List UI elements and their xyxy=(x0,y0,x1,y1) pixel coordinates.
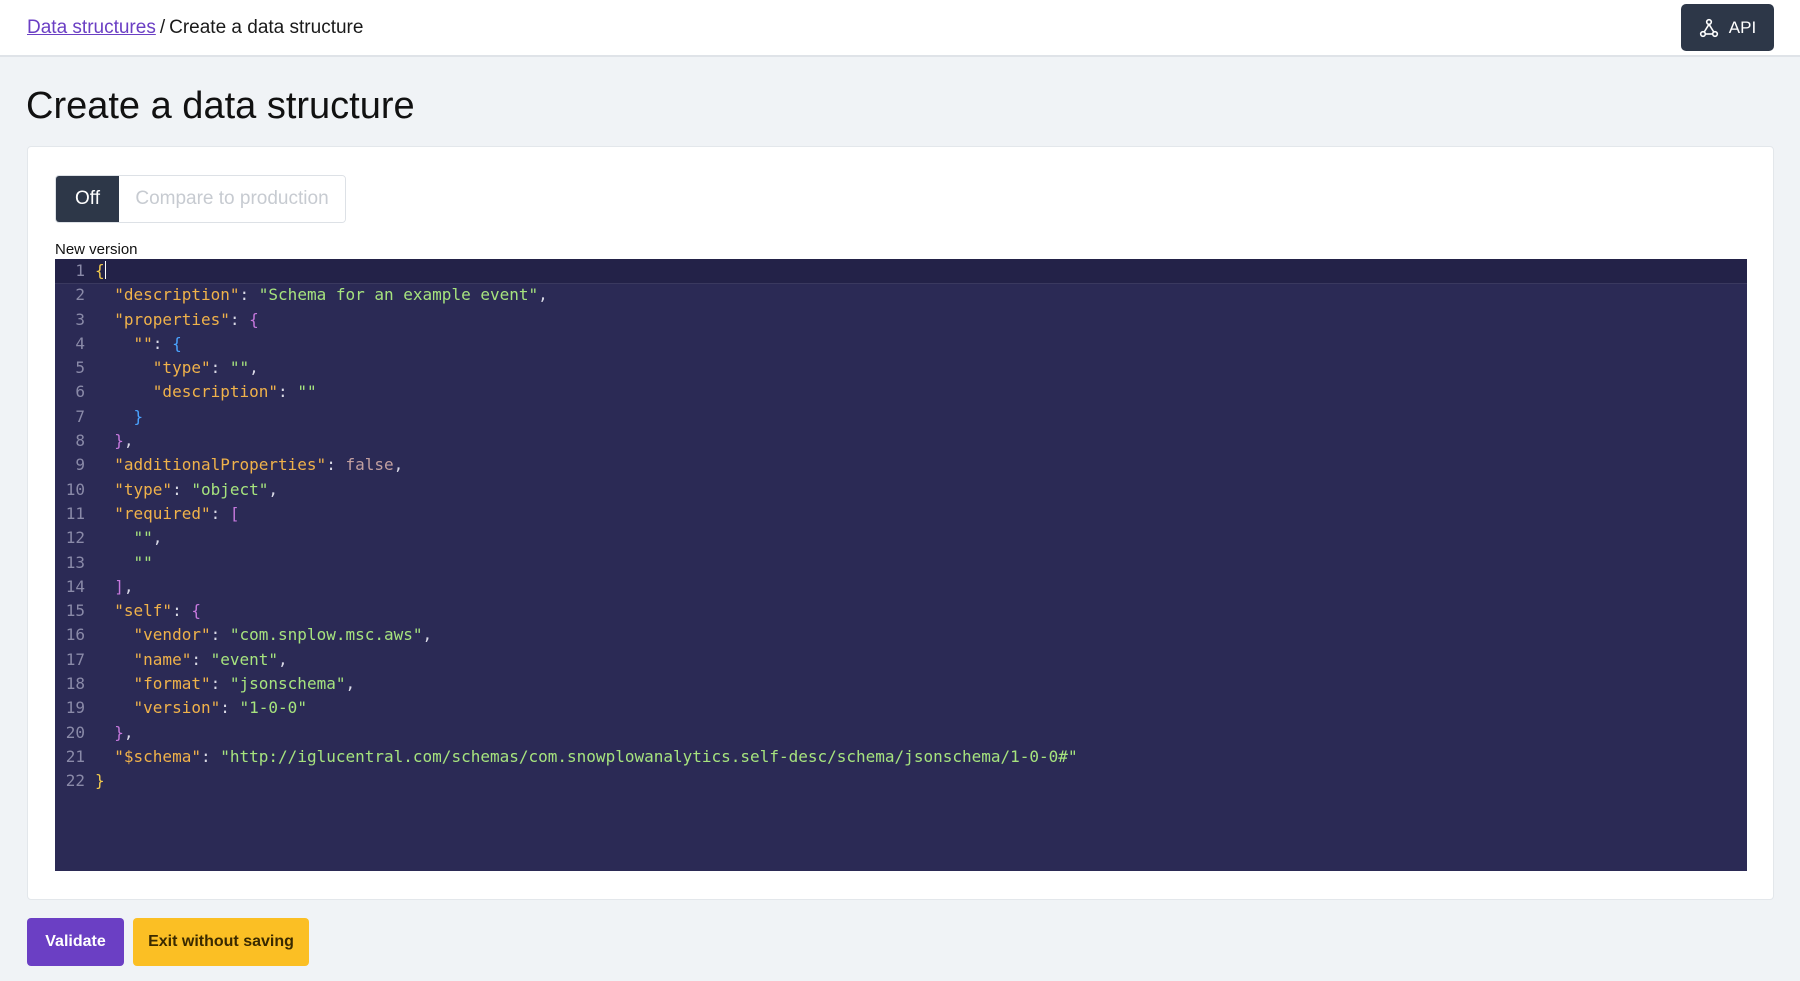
line-number: 19 xyxy=(65,698,85,718)
code-text: "": { xyxy=(133,333,182,353)
line-number: 17 xyxy=(65,649,85,669)
code-text: "description": "Schema for an example ev… xyxy=(114,285,548,305)
code-text: { xyxy=(95,261,106,280)
top-bar: Data structures / Create a data structure … xyxy=(0,0,1800,57)
code-text: "$schema": "http://iglucentral.com/schem… xyxy=(114,746,1078,766)
code-line: 5 "type": "", xyxy=(55,356,1747,380)
code-text: "version": "1-0-0" xyxy=(133,698,307,718)
line-number: 7 xyxy=(75,406,85,426)
line-number: 8 xyxy=(75,431,85,451)
code-line: 20 }, xyxy=(55,721,1747,745)
line-number: 3 xyxy=(75,309,85,329)
code-line: 19 "version": "1-0-0" xyxy=(55,696,1747,720)
code-line: 1{ xyxy=(55,259,1747,285)
code-line: 4 "": { xyxy=(55,332,1747,356)
code-line: 16 "vendor": "com.snplow.msc.aws", xyxy=(55,623,1747,647)
breadcrumb-separator: / xyxy=(159,17,166,38)
code-text: "type": "", xyxy=(152,358,259,378)
code-line: 6 "description": "" xyxy=(55,380,1747,404)
code-line: 12 "", xyxy=(55,526,1747,550)
line-number: 5 xyxy=(75,358,85,378)
line-number: 20 xyxy=(65,722,85,742)
code-line: 11 "required": [ xyxy=(55,502,1747,526)
code-text: } xyxy=(95,771,105,791)
breadcrumb: Data structures / Create a data structure xyxy=(27,17,363,39)
code-line: 21 "$schema": "http://iglucentral.com/sc… xyxy=(55,745,1747,769)
code-text: } xyxy=(133,406,144,426)
code-text: }, xyxy=(114,722,134,742)
compare-toggle: Off Compare to production xyxy=(55,175,346,223)
code-line: 15 "self": { xyxy=(55,599,1747,623)
line-number: 6 xyxy=(75,382,85,402)
line-number: 16 xyxy=(65,625,85,645)
line-number: 1 xyxy=(75,261,85,280)
line-number: 18 xyxy=(65,674,85,694)
line-number: 22 xyxy=(65,771,85,791)
toggle-off-button[interactable]: Off xyxy=(56,176,119,222)
code-text: ], xyxy=(114,576,134,596)
code-line: 22} xyxy=(55,769,1747,793)
code-text: "format": "jsonschema", xyxy=(133,674,356,694)
new-version-label: New version xyxy=(55,241,138,258)
code-text: "" xyxy=(133,552,153,572)
code-line: 2 "description": "Schema for an example … xyxy=(55,283,1747,307)
line-number: 14 xyxy=(65,576,85,596)
code-text: "required": [ xyxy=(114,503,240,523)
code-line: 14 ], xyxy=(55,575,1747,599)
line-number: 9 xyxy=(75,455,85,475)
code-line: 9 "additionalProperties": false, xyxy=(55,453,1747,477)
line-number: 10 xyxy=(65,479,85,499)
breadcrumb-link-data-structures[interactable]: Data structures xyxy=(27,17,156,38)
share-nodes-icon xyxy=(1699,18,1718,37)
code-line: 8 }, xyxy=(55,429,1747,453)
api-button-label: API xyxy=(1728,17,1757,37)
code-text: "properties": { xyxy=(114,309,259,329)
line-number: 15 xyxy=(65,601,85,621)
exit-without-saving-button[interactable]: Exit without saving xyxy=(133,918,309,966)
code-text: "name": "event", xyxy=(133,649,288,669)
validate-button[interactable]: Validate xyxy=(27,918,124,966)
line-number: 13 xyxy=(65,552,85,572)
code-line: 10 "type": "object", xyxy=(55,478,1747,502)
code-line: 7 } xyxy=(55,405,1747,429)
api-button[interactable]: API xyxy=(1681,4,1774,51)
code-line: 17 "name": "event", xyxy=(55,648,1747,672)
page-title: Create a data structure xyxy=(26,85,415,127)
code-text: "", xyxy=(133,528,163,548)
code-line: 3 "properties": { xyxy=(55,308,1747,332)
code-editor[interactable]: 1{2 "description": "Schema for an exampl… xyxy=(55,259,1747,871)
code-text: "type": "object", xyxy=(114,479,279,499)
code-text: }, xyxy=(114,431,134,451)
editor-card: Off Compare to production New version 1{… xyxy=(27,146,1774,900)
compare-to-production-button[interactable]: Compare to production xyxy=(119,176,345,222)
action-buttons: Validate Exit without saving xyxy=(27,918,309,966)
code-text: "description": "" xyxy=(152,382,317,402)
breadcrumb-current: Create a data structure xyxy=(169,17,364,38)
line-number: 4 xyxy=(75,333,85,353)
code-line: 18 "format": "jsonschema", xyxy=(55,672,1747,696)
line-number: 21 xyxy=(65,746,85,766)
code-text: "vendor": "com.snplow.msc.aws", xyxy=(133,625,433,645)
line-number: 11 xyxy=(65,503,85,523)
code-text: "self": { xyxy=(114,601,201,621)
code-line: 13 "" xyxy=(55,551,1747,575)
line-number: 2 xyxy=(75,285,85,305)
code-text: "additionalProperties": false, xyxy=(114,455,404,475)
line-number: 12 xyxy=(65,528,85,548)
